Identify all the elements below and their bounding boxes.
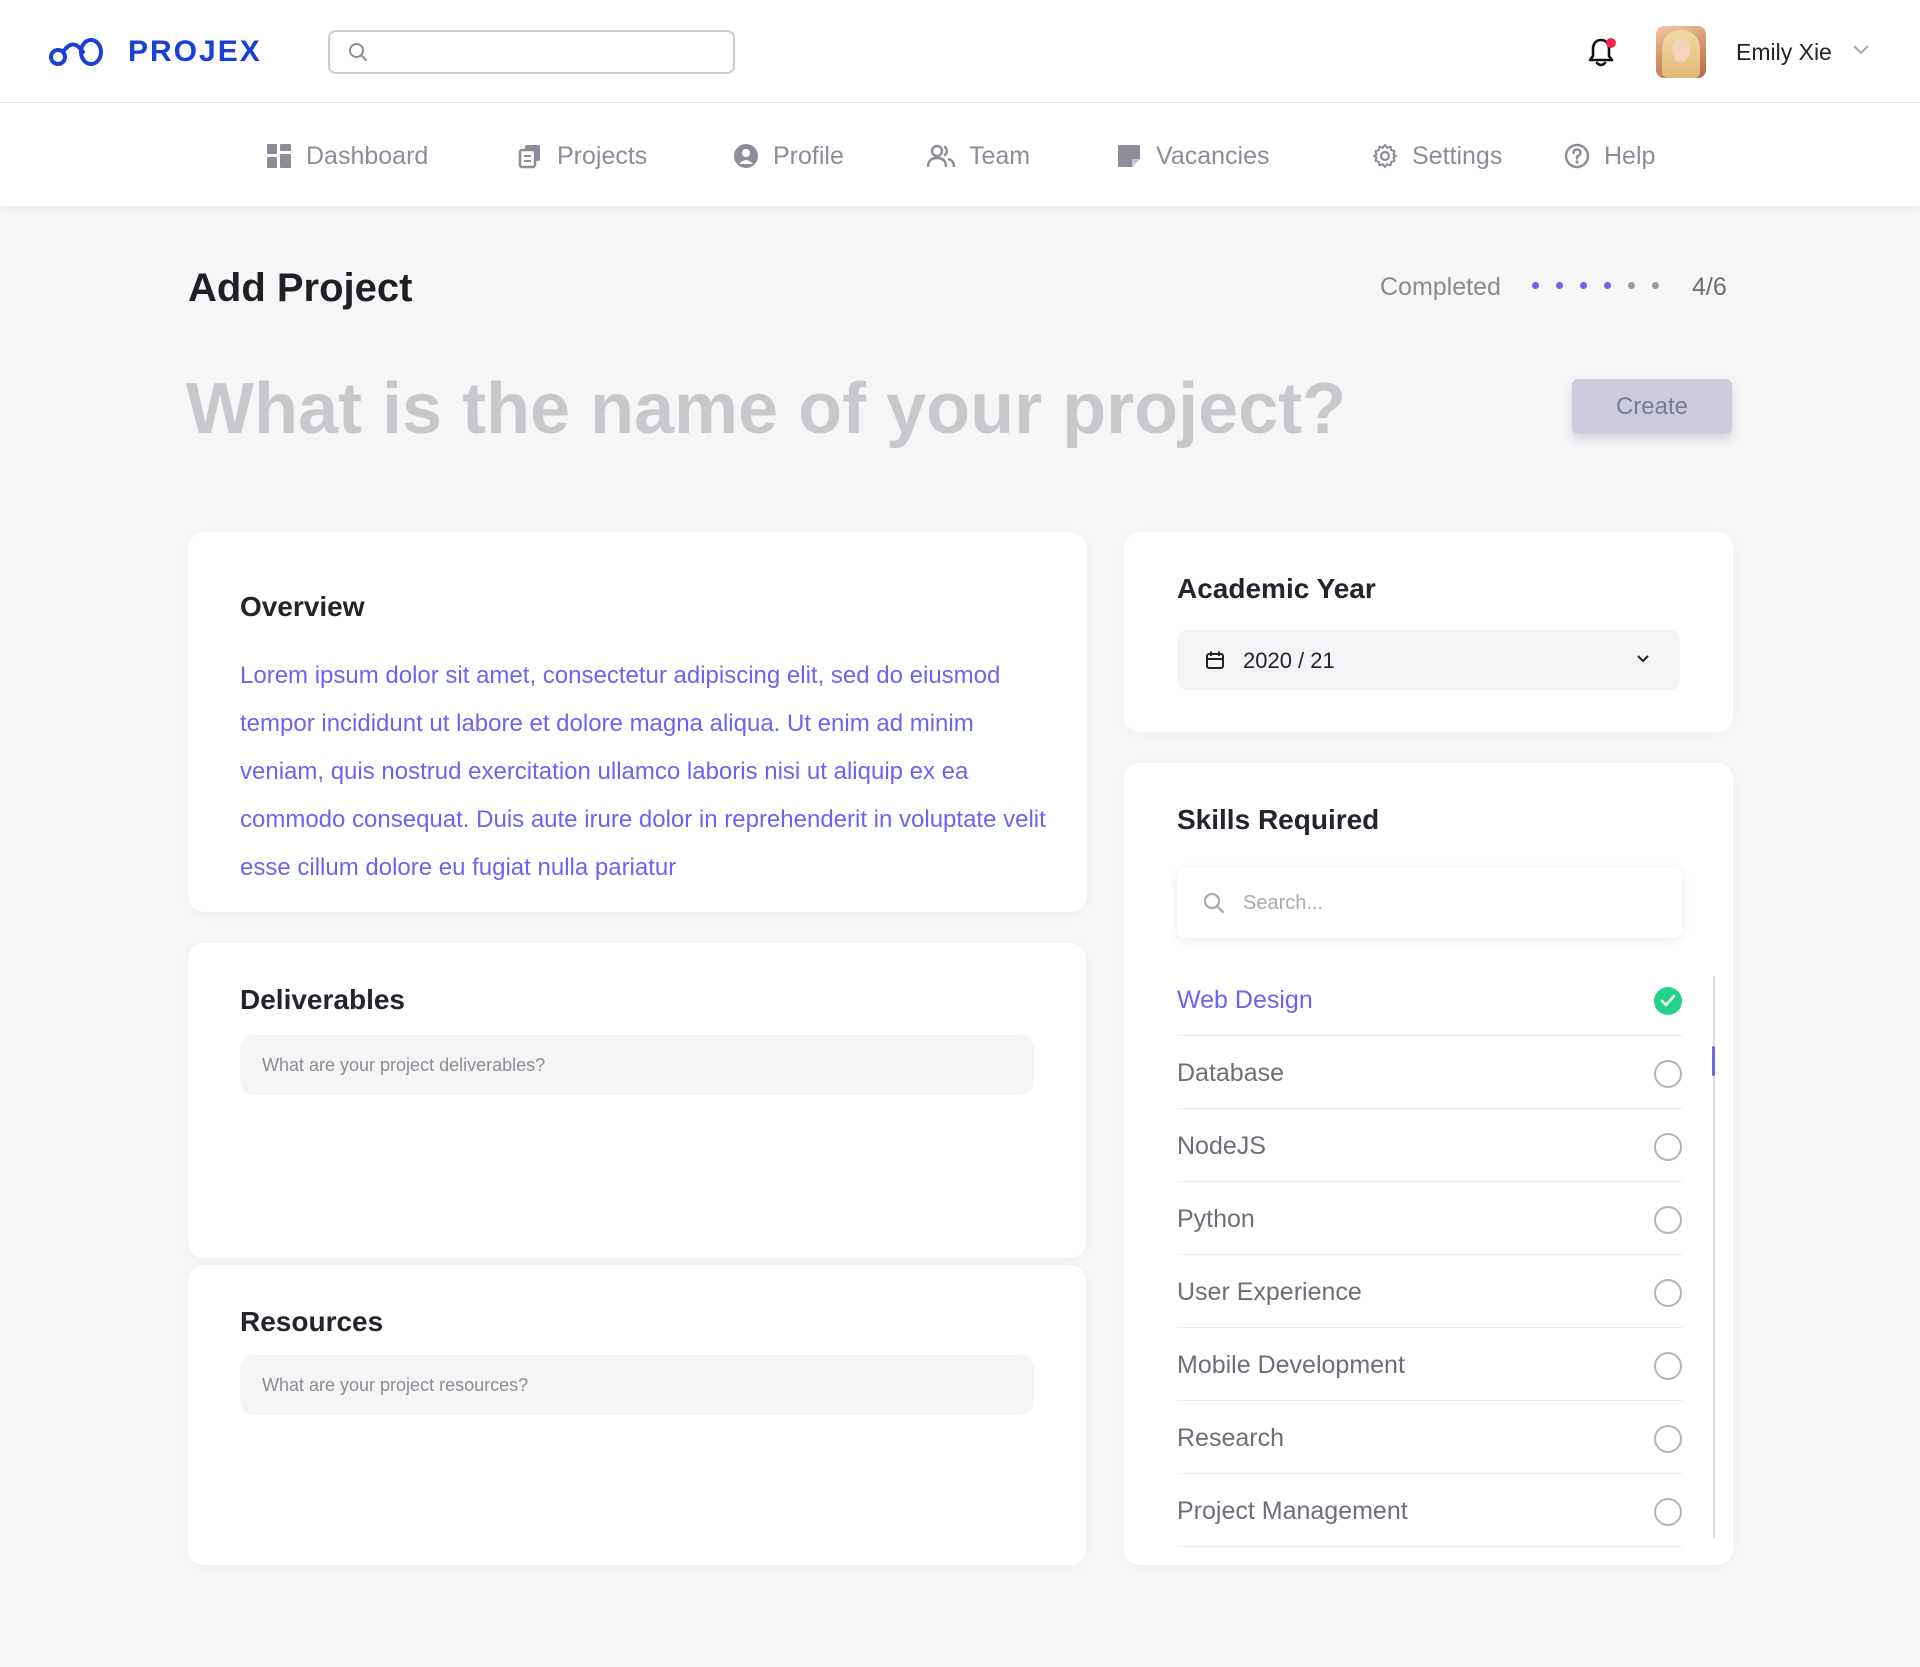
skill-item[interactable]: Database [1177,1036,1682,1109]
nav-item-profile[interactable]: Profile [733,141,844,171]
notifications-button[interactable] [1586,36,1618,70]
skill-label: Mobile Development [1177,1351,1405,1379]
brand-name: PROJEX [128,35,262,68]
overview-card: Overview Lorem ipsum dolor sit amet, con… [188,532,1087,912]
check-icon [1660,994,1676,1007]
skill-radio[interactable] [1654,1279,1682,1307]
team-icon [927,144,955,168]
skill-item[interactable]: User Experience [1177,1255,1682,1328]
overview-title: Overview [240,591,365,622]
skill-radio[interactable] [1654,1425,1682,1453]
resources-title: Resources [240,1306,384,1337]
nav-item-dashboard[interactable]: Dashboard [266,141,428,171]
nav-label: Dashboard [306,141,429,170]
chevron-down-icon [1637,655,1649,663]
search-icon [349,43,367,61]
skill-radio[interactable] [1654,1206,1682,1234]
academic-year-value: 2020 / 21 [1243,648,1335,673]
user-avatar[interactable] [1656,26,1706,78]
skill-item[interactable]: Python [1177,1182,1682,1255]
progress-dot-complete [1532,282,1539,289]
progress-dot-complete [1580,282,1587,289]
settings-icon [1373,144,1397,168]
deliverables-card: Deliverables [188,943,1086,1258]
user-name[interactable]: Emily Xie [1736,38,1832,66]
skill-checked[interactable] [1654,987,1682,1015]
deliverables-title: Deliverables [240,984,405,1015]
skills-scrollbar-thumb[interactable] [1712,1046,1715,1076]
calendar-icon [1206,651,1224,669]
skill-label: NodeJS [1177,1132,1266,1160]
skill-radio[interactable] [1654,1060,1682,1088]
skill-radio[interactable] [1654,1133,1682,1161]
skills-card: Skills Required Web Design Database Node… [1124,763,1733,1565]
progress-dot-complete [1556,282,1563,289]
main-nav: Dashboard Projects Profile Team Vacancie… [0,104,1920,206]
logo-mark-icon [49,38,103,66]
progress-steps [1532,282,1676,289]
progress-dot-pending [1652,282,1659,289]
profile-icon [734,144,758,168]
academic-year-select[interactable]: 2020 / 21 [1177,630,1680,690]
nav-label: Profile [773,141,844,170]
nav-label: Team [969,141,1031,170]
skill-item[interactable]: Research [1177,1401,1682,1474]
chevron-down-icon[interactable] [1852,44,1870,56]
academic-year-title: Academic Year [1177,573,1376,604]
global-search-input[interactable] [378,38,718,66]
skill-label: Project Management [1177,1497,1408,1525]
brand-logo[interactable]: PROJEX [48,34,262,70]
create-button[interactable]: Create [1572,379,1732,434]
nav-label: Settings [1412,141,1503,170]
skills-search-input[interactable] [1243,888,1643,918]
nav-item-team[interactable]: Team [927,141,1030,171]
progress-dot-pending [1628,282,1635,289]
skill-label: Python [1177,1205,1255,1233]
nav-item-vacancies[interactable]: Vacancies [1116,141,1270,171]
dashboard-icon [267,144,291,168]
progress-count: 4/6 [1692,273,1727,301]
progress-label: Completed [1380,273,1501,301]
skills-list: Web Design Database NodeJS Python User E… [1177,963,1682,1547]
global-search[interactable] [328,30,735,74]
nav-label: Help [1604,141,1656,170]
skill-radio[interactable] [1654,1352,1682,1380]
nav-item-projects[interactable]: Projects [517,141,647,171]
search-icon [1203,892,1225,914]
projects-icon [518,145,540,169]
nav-item-settings[interactable]: Settings [1372,141,1502,171]
progress-dot-complete [1604,282,1611,289]
nav-label: Vacancies [1156,141,1270,170]
skills-title: Skills Required [1177,804,1380,835]
project-name-input[interactable] [186,366,1536,452]
skill-item[interactable]: Mobile Development [1177,1328,1682,1401]
vacancies-icon [1118,145,1140,167]
help-icon [1564,143,1590,169]
resources-input[interactable] [240,1355,1034,1415]
academic-year-card: Academic Year 2020 / 21 [1124,532,1733,732]
resources-card: Resources [188,1265,1086,1565]
skill-label: Research [1177,1424,1284,1452]
deliverables-input[interactable] [240,1035,1034,1095]
skill-item[interactable]: Web Design [1177,963,1682,1036]
skills-search[interactable] [1177,868,1682,938]
page-title: Add Project [188,266,413,310]
skill-label: Database [1177,1059,1285,1087]
overview-text[interactable]: Lorem ipsum dolor sit amet, consectetur … [240,652,1050,892]
skill-label: User Experience [1177,1278,1362,1306]
top-header: PROJEX Emily Xie [0,0,1920,103]
nav-item-help[interactable]: Help [1564,141,1655,171]
nav-label: Projects [557,141,648,170]
skill-item[interactable]: Project Management [1177,1474,1682,1547]
skill-radio[interactable] [1654,1498,1682,1526]
skill-label: Web Design [1177,986,1313,1014]
skill-item[interactable]: NodeJS [1177,1109,1682,1182]
notification-badge [1606,38,1616,48]
